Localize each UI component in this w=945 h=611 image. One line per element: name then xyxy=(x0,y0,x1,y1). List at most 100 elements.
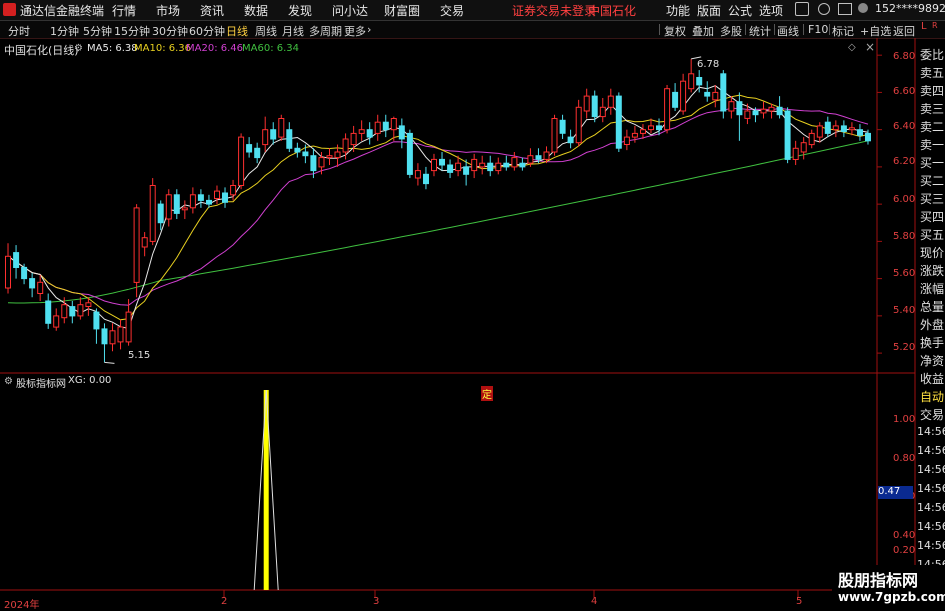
mark-r-label[interactable]: R xyxy=(932,21,938,30)
candle-down xyxy=(270,129,277,140)
back-button[interactable]: 返回 xyxy=(893,23,915,39)
kline-chart[interactable] xyxy=(0,38,945,609)
candle-up xyxy=(238,136,245,186)
price-tick: 5.20 xyxy=(893,342,916,353)
menu-item-trade[interactable]: 交易 xyxy=(440,2,464,19)
draw-line-button[interactable]: 画线 xyxy=(777,23,799,39)
candle-up xyxy=(816,125,823,138)
multi-stock-button[interactable]: 多股 xyxy=(720,23,742,39)
side-label[interactable]: 卖四 xyxy=(920,82,944,99)
side-label[interactable]: 卖一 xyxy=(920,136,944,153)
high-price-label: 6.78 xyxy=(697,59,720,70)
login-notice[interactable]: 证券交易未登录 xyxy=(512,2,596,19)
ma10-label: MA10: 6.36 xyxy=(134,43,192,54)
toolbar-divider xyxy=(803,24,804,35)
period-tab-weekly[interactable]: 周线 xyxy=(255,23,277,39)
candle-up xyxy=(214,190,220,200)
message-icon[interactable] xyxy=(838,3,852,15)
candle-up xyxy=(599,106,606,118)
period-tab-more[interactable]: 更多 xyxy=(344,23,366,39)
side-label[interactable]: 买四 xyxy=(920,208,944,225)
settings-icon[interactable]: ⚙ xyxy=(74,43,83,54)
menu-item-quotes[interactable]: 行情 xyxy=(112,2,136,19)
menu-item-layout[interactable]: 版面 xyxy=(697,2,721,19)
restore-rights-button[interactable]: 复权 xyxy=(664,23,686,39)
user-avatar-icon[interactable] xyxy=(858,3,868,13)
candle-up xyxy=(133,207,140,283)
side-label[interactable]: 现价 xyxy=(920,244,944,261)
period-tab-multi[interactable]: 多周期 xyxy=(309,23,342,39)
candle-up xyxy=(278,118,285,138)
side-label[interactable]: 卖五 xyxy=(920,64,944,81)
candle-up xyxy=(575,106,582,144)
trade-time: 14:56 xyxy=(917,539,945,552)
candle-down xyxy=(840,125,847,133)
period-toolbar: 分时 1分钟 5分钟 15分钟 30分钟 60分钟 日线 周线 月线 多周期 更… xyxy=(0,21,945,39)
side-label[interactable]: 净资 xyxy=(920,352,944,369)
candle-up xyxy=(125,311,132,343)
side-label[interactable]: 买一 xyxy=(920,154,944,171)
overlay-button[interactable]: 叠加 xyxy=(692,23,714,39)
price-tick: 6.60 xyxy=(893,86,916,97)
info-icon[interactable] xyxy=(818,3,830,15)
statistics-button[interactable]: 统计 xyxy=(749,23,771,39)
f10-button[interactable]: F10 xyxy=(808,23,828,36)
mark-button[interactable]: 标记 xyxy=(832,23,854,39)
user-account[interactable]: 152****9892 xyxy=(875,2,945,15)
side-label[interactable]: 涨幅 xyxy=(920,280,944,297)
menu-item-data[interactable]: 数据 xyxy=(244,2,268,19)
indicator-value: XG: 0.00 xyxy=(68,375,112,386)
period-tab-30min[interactable]: 30分钟 xyxy=(152,23,188,39)
candle-down xyxy=(463,166,470,175)
menu-item-formula[interactable]: 公式 xyxy=(728,2,752,19)
side-label[interactable]: 卖三 xyxy=(920,100,944,117)
x-axis-label: 2 xyxy=(221,596,228,607)
candle-up xyxy=(334,151,341,159)
side-label[interactable]: 收益 xyxy=(920,370,944,387)
candle-up xyxy=(61,304,68,319)
side-label[interactable]: 涨跌 xyxy=(920,262,944,279)
period-tab-daily[interactable]: 日线 xyxy=(226,23,248,39)
period-tab-15min[interactable]: 15分钟 xyxy=(114,23,150,39)
lock-icon[interactable] xyxy=(795,2,809,16)
menu-item-market[interactable]: 市场 xyxy=(156,2,180,19)
side-label[interactable]: 买三 xyxy=(920,190,944,207)
side-label[interactable]: 买二 xyxy=(920,172,944,189)
settings-icon[interactable]: ⚙ xyxy=(4,376,13,387)
period-tab-60min[interactable]: 60分钟 xyxy=(189,23,225,39)
menu-item-functions[interactable]: 功能 xyxy=(666,2,690,19)
mark-l-label[interactable]: L xyxy=(921,21,927,32)
side-label[interactable]: 卖二 xyxy=(920,118,944,135)
menu-item-discover[interactable]: 发现 xyxy=(288,2,312,19)
trade-time: 14:56 xyxy=(917,520,945,533)
trade-label[interactable]: 交易 xyxy=(920,406,944,423)
side-label[interactable]: 换手 xyxy=(920,334,944,351)
side-label[interactable]: 委比 xyxy=(920,46,944,63)
candle-down xyxy=(286,129,293,149)
candle-down xyxy=(382,121,389,131)
candle-down xyxy=(246,144,253,153)
candle-down xyxy=(704,91,711,97)
period-tab-1min[interactable]: 1分钟 xyxy=(50,23,79,39)
period-tab-monthly[interactable]: 月线 xyxy=(282,23,304,39)
trade-time: 14:56 xyxy=(917,425,945,438)
side-label[interactable]: 买五 xyxy=(920,226,944,243)
position-marker[interactable]: 定 xyxy=(481,386,493,401)
trade-time: 14:56 xyxy=(917,501,945,514)
candle-down xyxy=(406,132,413,175)
close-icon[interactable]: × xyxy=(865,40,875,54)
chevron-right-icon[interactable]: › xyxy=(367,23,371,36)
toolbar-divider xyxy=(745,24,746,35)
menu-item-ask[interactable]: 问小达 xyxy=(332,2,368,19)
side-label[interactable]: 总量 xyxy=(920,298,944,315)
menu-item-wealth[interactable]: 财富圈 xyxy=(384,2,420,19)
period-tab-5min[interactable]: 5分钟 xyxy=(83,23,112,39)
auto-label[interactable]: 自动 xyxy=(920,388,944,405)
period-tab-intraday[interactable]: 分时 xyxy=(8,23,30,39)
side-label[interactable]: 外盘 xyxy=(920,316,944,333)
add-watchlist-button[interactable]: +自选 xyxy=(860,23,891,39)
candle-up xyxy=(479,162,486,168)
menu-item-options[interactable]: 选项 xyxy=(759,2,783,19)
collapse-icon[interactable]: ◇ xyxy=(848,42,856,53)
menu-item-news[interactable]: 资讯 xyxy=(200,2,224,19)
